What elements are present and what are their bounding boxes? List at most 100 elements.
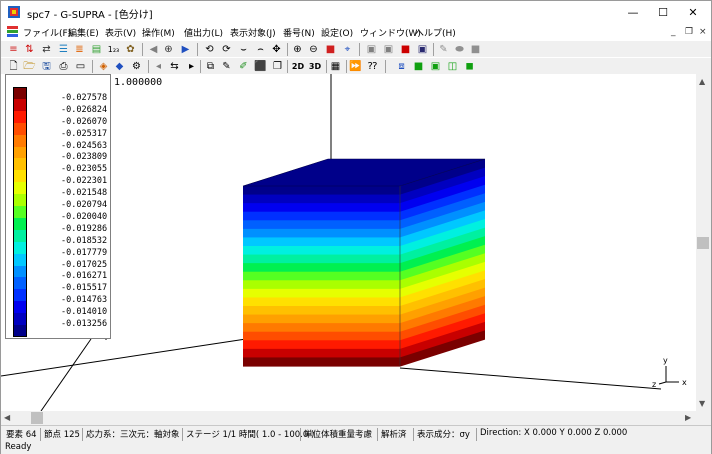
- tilt-down-icon[interactable]: ⌣: [237, 43, 250, 56]
- horizontal-arrows-icon[interactable]: ⇄: [40, 43, 53, 56]
- model-icon[interactable]: ◈: [97, 60, 110, 73]
- scroll-right-icon[interactable]: ▶: [685, 413, 691, 422]
- print-preview-icon[interactable]: ▭: [74, 60, 87, 73]
- window-icon[interactable]: ⧉: [204, 60, 217, 73]
- vscroll-thumb[interactable]: [697, 237, 709, 249]
- node-select-icon[interactable]: ⌖: [341, 43, 354, 56]
- stripes-icon[interactable]: ▤: [90, 43, 103, 56]
- draw-icon[interactable]: ✐: [237, 60, 250, 73]
- cube-front-band: [243, 194, 400, 204]
- mesh-icon[interactable]: ◆: [113, 60, 126, 73]
- green-square-icon[interactable]: ■: [412, 60, 425, 73]
- forward-icon[interactable]: ⏩: [349, 60, 362, 73]
- numbers-icon[interactable]: 1₂₃: [107, 43, 120, 56]
- hscroll-thumb[interactable]: [31, 412, 43, 424]
- square-icon[interactable]: ■: [469, 43, 482, 56]
- view-2d-button[interactable]: 2D: [290, 60, 306, 73]
- tools-icon[interactable]: ⚙: [130, 60, 143, 73]
- prev-icon[interactable]: ◀: [147, 43, 160, 56]
- legend-label: -0.024563: [61, 140, 108, 151]
- legend-label: -0.023055: [61, 164, 108, 175]
- cube-front-band: [243, 220, 400, 230]
- mdi-minimize-button[interactable]: _: [671, 27, 676, 37]
- target-icon[interactable]: ⊕: [162, 43, 175, 56]
- mdi-doc-icon[interactable]: [7, 26, 18, 37]
- view-3d-button[interactable]: 3D: [307, 60, 323, 73]
- grid-icon[interactable]: ▦: [329, 60, 342, 73]
- cube-front-band: [243, 323, 400, 333]
- updown-arrows-icon[interactable]: ⇅: [23, 43, 36, 56]
- cube-front-band: [243, 254, 400, 264]
- cube-front-band: [243, 314, 400, 324]
- pencil-icon[interactable]: ✎: [437, 43, 450, 56]
- cube-model: [242, 158, 486, 367]
- legend-label: -0.017779: [61, 247, 108, 258]
- menu-file[interactable]: ファイル(F): [23, 26, 71, 39]
- step-forward-icon[interactable]: ▸: [185, 60, 198, 73]
- lines-icon[interactable]: ☰: [57, 43, 70, 56]
- eraser-icon[interactable]: ⬬: [453, 43, 466, 56]
- maximize-button[interactable]: ☐: [648, 1, 678, 23]
- separator: [359, 43, 360, 56]
- menu-window[interactable]: ウィンドウ(W): [360, 26, 421, 39]
- status-stress-system: 応力系：三次元：軸対象: [83, 428, 183, 441]
- scroll-down-icon[interactable]: ▼: [699, 399, 705, 408]
- fill-icon[interactable]: ⬛: [254, 60, 267, 73]
- app-icon: [8, 6, 20, 18]
- menu-edit[interactable]: 編集(E): [68, 26, 99, 39]
- legend-label: -0.017025: [61, 259, 108, 270]
- menu-settings[interactable]: 設定(O): [321, 26, 353, 39]
- vertical-scrollbar[interactable]: ▲ ▼: [696, 74, 711, 411]
- mdi-restore-button[interactable]: ❐: [685, 27, 693, 37]
- menu-value-output[interactable]: 値出力(L): [184, 26, 223, 39]
- scroll-up-icon[interactable]: ▲: [699, 77, 705, 86]
- close-button[interactable]: ✕: [678, 1, 708, 23]
- gray-box-icon-2[interactable]: ▣: [382, 43, 395, 56]
- green-cube-icon[interactable]: ▣: [429, 60, 442, 73]
- step-icon[interactable]: ⇆: [168, 60, 181, 73]
- rotate-right-icon[interactable]: ⟳: [220, 43, 233, 56]
- minimize-button[interactable]: —: [618, 1, 648, 23]
- next-icon[interactable]: ▶: [179, 43, 192, 56]
- help-pointer-icon[interactable]: ⁇: [366, 60, 379, 73]
- print-icon[interactable]: ⎙: [57, 60, 70, 73]
- copy-icon[interactable]: ❐: [271, 60, 284, 73]
- axis-z-label: z: [652, 380, 656, 389]
- zoom-in-icon[interactable]: ⊕: [291, 43, 304, 56]
- legend-label: -0.014010: [61, 307, 108, 318]
- tilt-up-icon[interactable]: ⌢: [254, 43, 267, 56]
- legend-label: -0.020040: [61, 211, 108, 222]
- green-block-icon[interactable]: ◼: [463, 60, 476, 73]
- gray-box-icon-1[interactable]: ▣: [365, 43, 378, 56]
- horizontal-scrollbar[interactable]: ◀ ▶: [1, 411, 696, 425]
- green-cubes-icon[interactable]: ◫: [446, 60, 459, 73]
- rotate-left-icon[interactable]: ⟲: [203, 43, 216, 56]
- cube-outline-icon[interactable]: ⧈: [395, 60, 408, 73]
- menu-view[interactable]: 表示(V): [105, 26, 136, 39]
- zoom-out-icon[interactable]: ⊖: [307, 43, 320, 56]
- menu-display-target[interactable]: 表示対象(J): [230, 26, 276, 39]
- move-icon[interactable]: ✥: [270, 43, 283, 56]
- color-bars-icon[interactable]: ≡: [7, 43, 20, 56]
- save-icon[interactable]: 🖫: [40, 60, 53, 73]
- status-stage: ステージ 1/1 時間( 1.0 - 100.0 ): [183, 428, 314, 441]
- menu-operate[interactable]: 操作(M): [142, 26, 175, 39]
- mdi-close-button[interactable]: ×: [699, 27, 707, 37]
- separator: [200, 60, 201, 73]
- red-box-icon[interactable]: ■: [399, 43, 412, 56]
- frame-box-icon[interactable]: ▣: [416, 43, 429, 56]
- separator: [287, 43, 288, 56]
- grid-line-right: [399, 367, 662, 390]
- axis-y-label: y: [663, 356, 668, 365]
- cube-front-band: [243, 348, 400, 359]
- contour-icon[interactable]: ≣: [73, 43, 86, 56]
- menu-help[interactable]: ヘルプ(H): [415, 26, 456, 39]
- open-folder-icon[interactable]: 🗁: [23, 60, 36, 73]
- edit-icon[interactable]: ✎: [220, 60, 233, 73]
- step-back-icon[interactable]: ◂: [152, 60, 165, 73]
- new-file-icon[interactable]: 🗋: [7, 60, 20, 73]
- scroll-left-icon[interactable]: ◀: [4, 413, 10, 422]
- menu-number[interactable]: 番号(N): [283, 26, 315, 39]
- colorbox-icon[interactable]: ■: [324, 43, 337, 56]
- palette-icon[interactable]: ✿: [124, 43, 137, 56]
